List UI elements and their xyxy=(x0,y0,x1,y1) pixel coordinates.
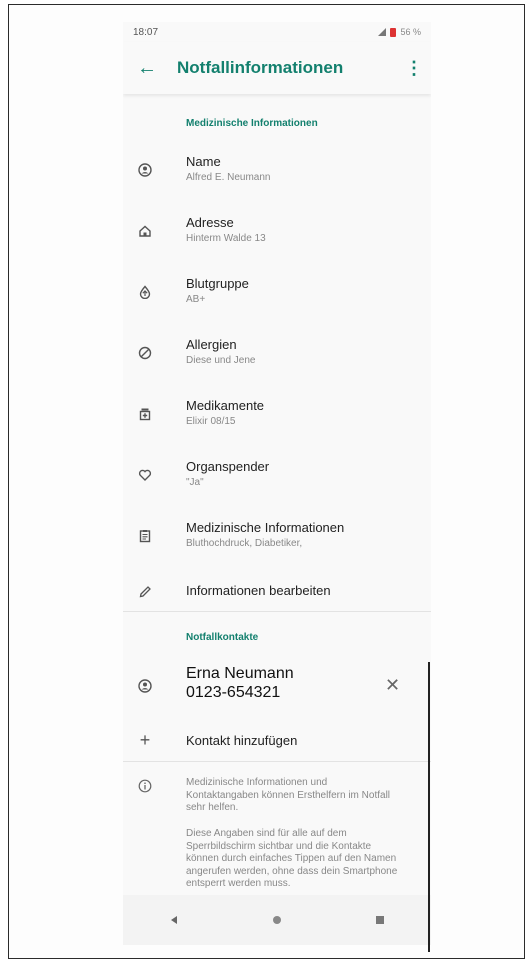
row-value: Diese und Jene xyxy=(186,355,256,366)
clipboard-icon xyxy=(135,526,155,546)
row-value: Alfred E. Neumann xyxy=(186,172,271,183)
remove-contact-icon[interactable]: ✕ xyxy=(385,675,400,696)
plus-icon: + xyxy=(139,729,151,750)
row-name[interactable]: Name Alfred E. Neumann xyxy=(123,152,431,210)
info-icon xyxy=(135,776,155,796)
row-label: Medizinische Informationen xyxy=(186,520,345,535)
home-icon xyxy=(135,221,155,241)
row-allergies[interactable]: Allergien Diese und Jene xyxy=(123,335,431,393)
heart-icon xyxy=(135,465,155,485)
page-title: Notfallinformationen xyxy=(177,58,344,77)
row-medication[interactable]: Medikamente Elixir 08/15 xyxy=(123,396,431,454)
row-label: Organspender xyxy=(186,459,270,474)
row-value: Bluthochdruck, Diabetiker, xyxy=(186,538,303,549)
more-options-icon[interactable]: ⋮ xyxy=(405,58,423,79)
row-value: Elixir 08/15 xyxy=(186,416,236,427)
row-label: Blutgruppe xyxy=(186,276,249,291)
add-contact-label: Kontakt hinzufügen xyxy=(186,733,298,748)
app-bar: ← Notfallinformationen ⋮ xyxy=(123,42,431,94)
row-label: Allergien xyxy=(186,337,237,352)
row-label: Medikamente xyxy=(186,398,265,413)
status-icons: 56 % xyxy=(378,27,421,37)
nav-recents-icon[interactable] xyxy=(365,905,395,935)
contact-name: Erna Neumann xyxy=(186,665,294,682)
section-title-contacts: Notfallkontakte xyxy=(186,632,259,643)
section-title-medical: Medizinische Informationen xyxy=(186,118,318,129)
edit-information-label: Informationen bearbeiten xyxy=(186,583,331,598)
battery-icon xyxy=(390,27,397,37)
info-paragraph-1: Medizinische Informationen und Kontaktan… xyxy=(186,777,391,813)
row-label: Name xyxy=(186,154,221,169)
row-value: AB+ xyxy=(186,294,206,305)
status-bar: 18:07 56 % xyxy=(123,22,431,42)
person-icon xyxy=(135,160,155,180)
info-paragraph-2: Diese Angaben sind für alle auf dem Sper… xyxy=(186,828,398,889)
signal-icon xyxy=(378,28,387,36)
row-organ-donor[interactable]: Organspender "Ja" xyxy=(123,457,431,515)
divider xyxy=(123,611,431,612)
divider xyxy=(123,761,431,762)
blood-drop-icon xyxy=(135,282,155,302)
medication-icon xyxy=(135,404,155,424)
row-blood-type[interactable]: Blutgruppe AB+ xyxy=(123,274,431,332)
row-label: Adresse xyxy=(186,215,234,230)
phone-edge-line xyxy=(428,662,430,952)
nav-back-icon[interactable] xyxy=(159,905,189,935)
row-address[interactable]: Adresse Hinterm Walde 13 xyxy=(123,213,431,271)
block-icon xyxy=(135,343,155,363)
row-value: "Ja" xyxy=(186,477,204,488)
add-contact-button[interactable]: + Kontakt hinzufügen xyxy=(123,728,431,758)
pencil-icon xyxy=(135,582,155,602)
row-medical-info[interactable]: Medizinische Informationen Bluthochdruck… xyxy=(123,518,431,576)
phone-screen: 18:07 56 % ← Notfallinformationen ⋮ Medi… xyxy=(123,22,431,945)
contact-phone: 0123-654321 xyxy=(186,684,281,701)
navigation-bar xyxy=(123,895,431,945)
edit-information-button[interactable]: Informationen bearbeiten xyxy=(123,579,431,609)
back-arrow-icon[interactable]: ← xyxy=(137,57,177,80)
row-value: Hinterm Walde 13 xyxy=(186,233,266,244)
person-icon xyxy=(135,676,155,696)
nav-home-icon[interactable] xyxy=(262,905,292,935)
battery-level: 56 % xyxy=(400,27,421,37)
status-time: 18:07 xyxy=(133,26,159,38)
